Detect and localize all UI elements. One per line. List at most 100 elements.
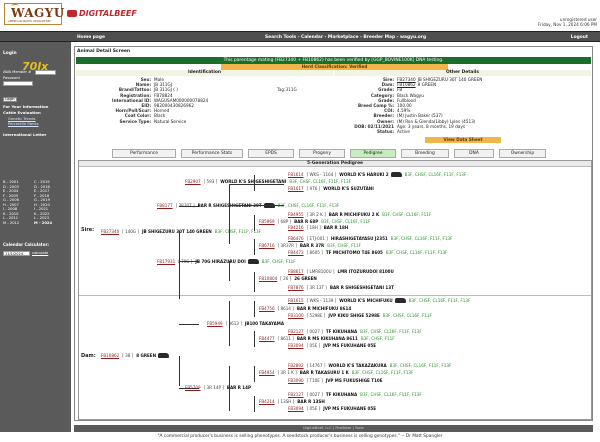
pedigree-reg-link[interactable]: FB4756: [259, 306, 275, 311]
pedigree-reg-link[interactable]: FB1615: [288, 298, 304, 303]
pedigree-reg-link[interactable]: FB5949: [207, 321, 223, 326]
pedigree-reg-link[interactable]: FB7876: [288, 285, 304, 290]
pedigree-reg-link[interactable]: FB4955: [288, 212, 304, 217]
pedigree-animal-name: HIRASHIGETAYASU J2351: [330, 236, 388, 241]
genetic-status: B3F, CHSF, F11F: [261, 259, 296, 264]
pedigree-reg-link[interactable]: FB17931: [157, 259, 175, 264]
pedigree-reg-link[interactable]: FB2127: [288, 329, 304, 334]
genetic-status: B3F, CHSF, CL16F, F11F, F13F: [389, 363, 452, 368]
pedigree-node: FB17931[ 70G ]JB 70G HIRAZURU DOIB3F, CH…: [157, 259, 296, 264]
pedigree-reg-link[interactable]: FB4954: [259, 370, 275, 375]
pedigree-tag: [ T10E ]: [306, 378, 323, 383]
identification-value: Natural Service: [154, 118, 187, 124]
pedigree-node: FB4216[ 18H ] BAR R 18H: [288, 225, 348, 230]
digitalbeef-logo[interactable]: DIGITALBEEF: [67, 9, 137, 18]
pedigree-reg-link[interactable]: FB8177: [157, 203, 173, 208]
pedigree-node: FB4477[ 8611 ] BAR R MS KIKUHANA 8611 B3F,…: [259, 336, 395, 341]
pedigree-tag: [ 140G ]: [122, 229, 139, 234]
pedigree-reg-link[interactable]: FB4216: [288, 225, 304, 230]
genetic-status: B3F, CHSF, CL16F, F11F, F13F: [360, 329, 422, 334]
identification-block: Sex: Male Name: JB 311GJ Brand/Tattoo: JB 311…: [79, 77, 208, 124]
nav-links[interactable]: Search Tools - Calendar - Marketplace - …: [265, 35, 426, 40]
genetic-status: B3F, CHSF, CL16F, F11F, F13F: [277, 203, 340, 208]
member-input[interactable]: [35, 70, 56, 75]
tab-dna[interactable]: DNA: [454, 149, 494, 158]
animal-photo-icon[interactable]: [394, 298, 406, 303]
genetic-status: B3F, CHSF, CL16F, F11F, F13F: [289, 179, 351, 184]
genetic-status: B3F, CHSF, CL16F, F11F: [321, 219, 371, 224]
tab-performance[interactable]: Performance: [112, 149, 176, 158]
other-details-header: Other Details: [334, 70, 591, 76]
pedigree-animal-name: JVP MS FUKUHANE 05E: [323, 406, 377, 411]
pedigree-reg-link[interactable]: FB4477: [259, 336, 275, 341]
tab-pedigree[interactable]: Pedigree: [350, 149, 396, 158]
login-button[interactable]: Login: [3, 97, 17, 102]
pedigree-reg-link[interactable]: FB5969: [259, 219, 275, 224]
cattle-eval-heading: Cattle Evaluation: [3, 110, 41, 115]
pedigree-reg-link[interactable]: FB2907: [185, 179, 201, 184]
pedigree-animal-name: JB100 TAKAYAMA: [244, 321, 284, 326]
calc-date-input[interactable]: 11/1/2024: [3, 251, 30, 257]
top-header: WAGYU AMERICAN WAGYU ASSOCIATION DIGITAL…: [0, 0, 600, 30]
animal-photo-icon[interactable]: [158, 353, 170, 358]
password-input[interactable]: [3, 81, 33, 86]
home-link[interactable]: Home page: [77, 35, 105, 40]
pedigree-reg-link[interactable]: FB2892: [288, 363, 304, 368]
pedigree-reg-link[interactable]: FB2127: [288, 392, 304, 397]
tab-epds[interactable]: EPDS: [248, 149, 294, 158]
pedigree-reg-link[interactable]: FB3090: [288, 378, 304, 383]
logout-link[interactable]: Logout: [571, 35, 588, 40]
calculate-link[interactable]: calculate: [32, 251, 48, 255]
tab-breeding[interactable]: Breeding: [401, 149, 449, 158]
pedigree-reg-link[interactable]: FB6476: [288, 236, 304, 241]
pedigree-reg-link[interactable]: FB1614: [288, 172, 304, 177]
pedigree-tag: [ 3R 1 K ]: [277, 370, 297, 375]
pedigree-reg-link[interactable]: FB1617: [288, 186, 304, 191]
identification-row: Service Type: Natural Service: [79, 119, 208, 124]
tab-progeny[interactable]: Progeny: [299, 149, 345, 158]
percentile-ranks-link[interactable]: Percentile Ranks: [3, 122, 39, 126]
pedigree-tag: [ 3R 2 K ]: [306, 212, 326, 217]
pedigree-connector: [254, 272, 255, 292]
pedigree-connector: [179, 356, 180, 386]
tab-performance-stats[interactable]: Performance Stats: [181, 149, 243, 158]
tab-ownership[interactable]: Ownership: [499, 149, 546, 158]
pedigree-reg-link[interactable]: FB27340: [101, 229, 119, 234]
pedigree-reg-link[interactable]: FB8617: [288, 269, 304, 274]
pedigree-animal-name: BAR R TAKASURU 1 K: [299, 370, 349, 375]
pedigree-animal-name: TF MICHITOMO T4E 8605: [325, 250, 383, 255]
pedigree-reg-link[interactable]: FB3100: [288, 313, 304, 318]
pedigree-node: FB27340[ 140G ] JB SHIGEZURU 30T 140 GREE…: [101, 229, 261, 234]
pedigree-tag: [ 593 ]: [203, 179, 218, 184]
pedigree-reg-link[interactable]: FB3094: [288, 406, 304, 411]
other-detail-value: 8 GREEN: [417, 82, 437, 88]
pedigree-tag: [ 26 ]: [280, 276, 292, 281]
pedigree-reg-link[interactable]: FB3094: [288, 343, 304, 348]
pedigree-node: FB1617[ 976 ] WORLD K'S SUZUTANI: [288, 186, 374, 191]
animal-photo-icon[interactable]: [390, 172, 402, 177]
current-date: Friday, Nov 1, 2024 6:06 PM: [537, 22, 597, 28]
pedigree-reg-link[interactable]: FB10862: [101, 353, 119, 358]
genetic-status: B3F, CHSF, CL16F, F11F: [382, 212, 432, 217]
pedigree-animal-name: WORLD K'S MICHIFUKU: [339, 298, 393, 303]
pedigree-node: FB1615[ WKS - 1139 ] WORLD K'S MICHIFUKU B…: [288, 298, 470, 303]
intl-letter-heading: International Letter: [3, 132, 47, 137]
pedigree-node: FB2892[ 14767 ] WORLD K'S TAKAZAKURA B3F, …: [288, 363, 451, 368]
pedigree-tag: [ 18H ]: [306, 225, 321, 230]
pedigree-reg-link[interactable]: FB6716: [259, 243, 275, 248]
pedigree-animal-name: BAR R 68P: [294, 219, 319, 224]
pedigree-animal-name: WORLD K'S SUZUTANI: [323, 186, 374, 191]
pedigree-tag: [ 3R37R ]: [277, 243, 297, 248]
pedigree-node: FB3090[ T10E ] JVP MS FUKUSHIGE T10E: [288, 378, 383, 383]
view-data-sheet-button[interactable]: View Data Sheet: [425, 137, 501, 143]
pedigree-tag: [ LMR8100U ]: [306, 269, 335, 274]
pedigree-reg-link[interactable]: FB4214: [259, 399, 275, 404]
login-title: Login: [3, 51, 17, 56]
pedigree-tag: [ WKS - 1164 ]: [306, 172, 337, 177]
animal-photo-icon[interactable]: [247, 259, 259, 264]
pedigree-reg-link[interactable]: FB10804: [259, 276, 277, 281]
pedigree-reg-link[interactable]: FB4473: [288, 250, 304, 255]
pedigree-tag: [ 0027 ]: [306, 329, 323, 334]
pedigree-animal-name: LMR ITOZURUDOI 8100U: [337, 269, 394, 274]
wagyu-logo[interactable]: WAGYU AMERICAN WAGYU ASSOCIATION: [4, 3, 64, 25]
